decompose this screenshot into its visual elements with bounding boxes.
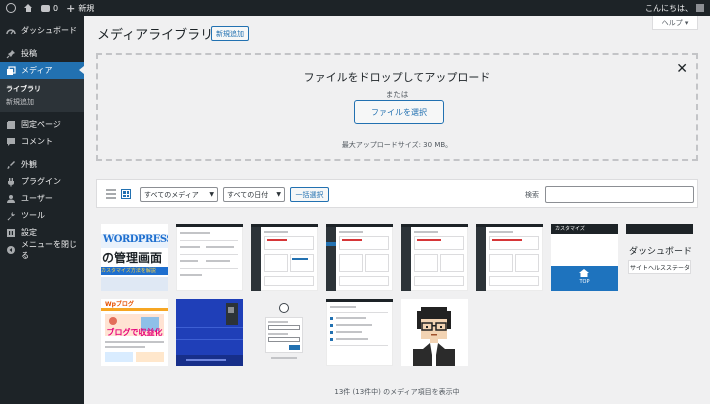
media-items-count: 13件 (13件中) のメディア項目を表示中 [334, 388, 460, 396]
sidebar-item-plugins[interactable]: プラグイン [0, 173, 84, 190]
media-toolbar: すべてのメディア ▼ すべての日付 ▼ 一括選択 検索 [96, 179, 698, 208]
thumbnail-1-caption: カスタマイズ方法を解説 [101, 268, 156, 274]
sidebar-item-label: 設定 [21, 228, 37, 237]
sidebar-item-label: 投稿 [21, 49, 37, 58]
media-thumbnail-4[interactable] [326, 224, 393, 291]
sidebar-item-label: コメント [21, 137, 53, 146]
comment-icon [6, 137, 16, 147]
date-filter[interactable]: すべての日付 ▼ [223, 187, 285, 202]
submenu-item-add-new[interactable]: 新規追加 [0, 95, 84, 108]
sidebar-item-users[interactable]: ユーザー [0, 190, 84, 207]
media-icon [6, 65, 16, 76]
sidebar-item-label: プラグイン [21, 177, 61, 186]
thumbnail-7-bar-text: カスタマイズ [555, 226, 585, 232]
media-thumbnail-5[interactable] [401, 224, 468, 291]
sidebar-item-posts[interactable]: 投稿 [0, 45, 84, 62]
media-thumbnail-7[interactable]: カスタマイズ TOP [551, 224, 618, 291]
page-icon [6, 120, 16, 130]
sidebar-item-comments[interactable]: コメント [0, 133, 84, 150]
sidebar-item-pages[interactable]: 固定ページ [0, 116, 84, 133]
media-thumbnail-9[interactable]: Wpブログ ブログで収益化 [101, 299, 168, 366]
sidebar-item-label: 外観 [21, 160, 37, 169]
bulk-select-button[interactable]: 一括選択 [290, 187, 329, 202]
sidebar-item-appearance[interactable]: 外観 [0, 156, 84, 173]
submenu-item-library[interactable]: ライブラリ [0, 82, 84, 95]
media-thumbnail-1[interactable]: WORDPRESS の管理画面 カスタマイズ方法を解説 [101, 224, 168, 291]
new-content-label: 新規 [78, 3, 95, 13]
max-upload-size: 最大アップロードサイズ: 30 MB。 [341, 141, 453, 149]
date-filter-value: すべての日付 [227, 190, 269, 199]
media-thumbnail-11[interactable] [251, 299, 318, 366]
media-thumbnail-10[interactable] [176, 299, 243, 366]
sidebar-item-label: メディア [21, 66, 53, 75]
comments-count: 0 [53, 3, 59, 13]
media-thumbnail-12[interactable] [326, 299, 393, 366]
add-new-button[interactable]: 新規追加 [211, 26, 249, 41]
media-thumbnail-13[interactable] [401, 299, 468, 366]
wordpress-logo-icon[interactable] [0, 0, 20, 16]
greeting-text: こんにちは、 [645, 3, 693, 13]
sidebar-item-label: メニューを閉じる [21, 239, 77, 260]
media-thumbnail-6[interactable] [476, 224, 543, 291]
sidebar-item-label: ユーザー [21, 194, 53, 203]
media-type-filter[interactable]: すべてのメディア ▼ [140, 187, 218, 202]
sidebar-item-label: ダッシュボード [21, 26, 77, 35]
thumbnail-9-heading: ブログで収益化 [106, 328, 163, 337]
sidebar-item-label: ツール [21, 211, 45, 220]
chevron-down-icon: ▼ [276, 191, 281, 198]
upload-drop-zone[interactable]: ✕ ファイルをドロップしてアップロード または ファイルを選択 最大アップロード… [96, 53, 698, 161]
media-type-filter-value: すべてのメディア [144, 190, 199, 199]
chevron-down-icon: ▼ [209, 191, 214, 198]
pin-icon [6, 49, 16, 59]
brush-icon [6, 160, 16, 170]
user-icon [6, 194, 16, 204]
sidebar-item-tools[interactable]: ツール [0, 207, 84, 224]
wrench-icon [6, 211, 16, 221]
collapse-icon [6, 245, 16, 255]
or-text: または [385, 90, 409, 99]
search-label: 検索 [525, 191, 539, 199]
search-input[interactable] [545, 186, 694, 203]
comment-bubble-icon [41, 4, 50, 12]
thumbnail-1-subtitle: の管理画面 [102, 251, 163, 265]
settings-icon [6, 228, 16, 238]
page-title: メディアライブラリ [97, 28, 214, 43]
pixel-avatar-image [401, 299, 468, 366]
sidebar-item-media[interactable]: メディア [0, 62, 84, 79]
media-thumbnail-3[interactable] [251, 224, 318, 291]
list-view-icon[interactable] [106, 189, 116, 199]
grid-view-icon[interactable] [121, 189, 131, 199]
collapse-menu-button[interactable]: メニューを閉じる [0, 239, 84, 260]
dashboard-icon [6, 26, 16, 36]
thumbnail-8-title: ダッシュボード [629, 247, 693, 257]
thumbnail-1-title: WORDPRESS [103, 234, 168, 245]
admin-bar: 0 + 新規 こんにちは、 [0, 0, 710, 16]
media-submenu: ライブラリ 新規追加 [0, 79, 84, 112]
media-thumbnail-8[interactable]: ダッシュボード サイトヘルスステータ [626, 224, 693, 291]
sidebar-item-label: 固定ページ [21, 120, 61, 129]
my-account[interactable]: こんにちは、 [645, 0, 710, 16]
thumbnail-7-top-label: TOP [579, 279, 590, 285]
comments-link[interactable]: 0 [37, 0, 62, 16]
admin-sidebar: ダッシュボード 投稿 メディア ライブラリ 新規追加 固定ページ コメント 外観 [0, 16, 84, 404]
drop-title: ファイルをドロップしてアップロード [303, 71, 491, 84]
avatar [696, 4, 704, 12]
help-tab-button[interactable]: ヘルプ ▾ [652, 16, 698, 30]
new-content-link[interactable]: + 新規 [62, 0, 98, 16]
site-home-icon[interactable] [20, 0, 37, 16]
sidebar-item-dashboard[interactable]: ダッシュボード [0, 22, 84, 39]
select-files-button[interactable]: ファイルを選択 [354, 100, 444, 124]
plus-icon: + [66, 1, 76, 15]
plugin-icon [6, 177, 16, 187]
thumbnail-8-subtitle: サイトヘルスステータ [630, 265, 691, 272]
media-thumbnail-2[interactable] [176, 224, 243, 291]
